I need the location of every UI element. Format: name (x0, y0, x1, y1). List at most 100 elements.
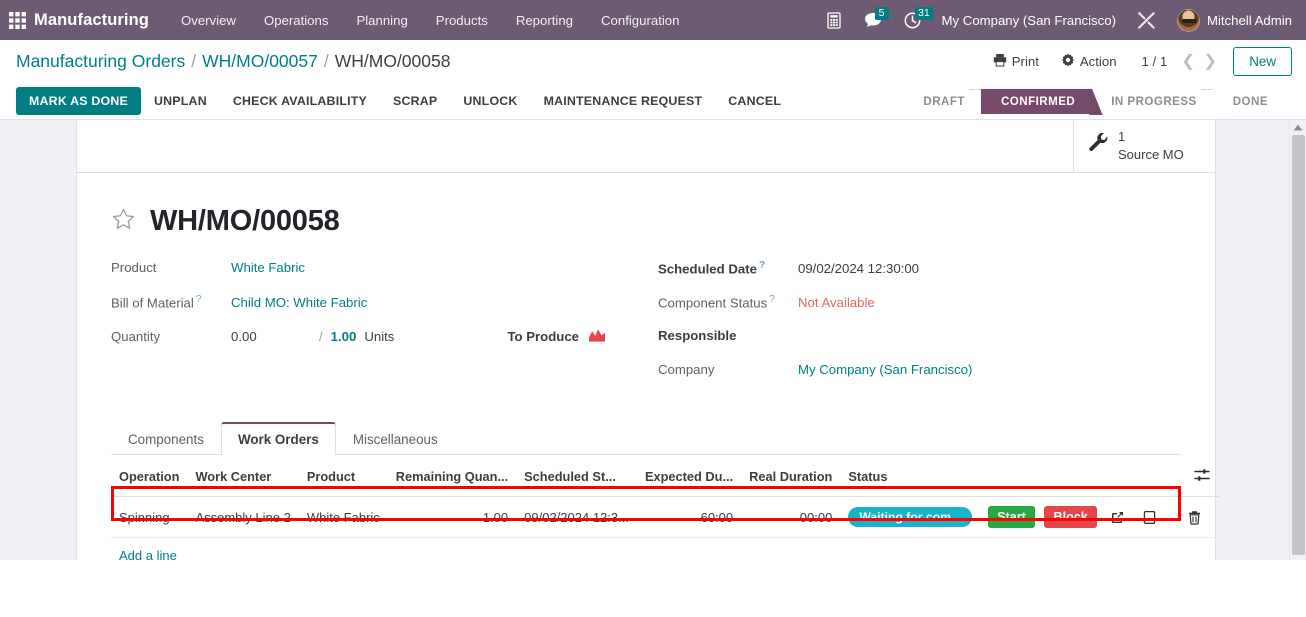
stat-button-source-mo[interactable]: 1 Source MO (1073, 120, 1215, 172)
print-label: Print (1011, 53, 1039, 69)
cell-scheduled-start[interactable]: 09/02/2024 12:3... (516, 496, 637, 538)
form-column-right: Scheduled Date? 09/02/2024 12:30:00 Comp… (646, 260, 1181, 396)
company-switcher[interactable]: My Company (San Francisco) (932, 13, 1126, 28)
notebook-tabs: Components Work Orders Miscellaneous (111, 422, 1181, 455)
messages-count-badge: 5 (874, 7, 889, 20)
to-produce-label: To Produce (507, 329, 579, 344)
breadcrumb-separator-1: / (191, 50, 197, 71)
cell-work-center[interactable]: Assembly Line 2 (187, 496, 299, 538)
unplan-button[interactable]: Unplan (141, 87, 220, 115)
tab-work-orders[interactable]: Work Orders (220, 422, 336, 455)
help-icon-scheduled-date[interactable]: ? (759, 260, 765, 271)
star-outline-icon[interactable] (111, 207, 136, 237)
control-panel-actions: Print Action 1 / 1 ❮ ❯ New (982, 46, 1292, 76)
form-fields: Product White Fabric Bill of Material? C… (111, 260, 1181, 396)
scrap-button[interactable]: Scrap (380, 87, 450, 115)
stage-done[interactable]: Done (1212, 88, 1284, 114)
status-badge: Waiting for com... (848, 507, 973, 527)
column-work-center[interactable]: Work Center (187, 455, 299, 497)
check-availability-button[interactable]: Check Availability (220, 87, 380, 115)
breadcrumb-root-manufacturing-orders[interactable]: Manufacturing Orders (16, 51, 185, 72)
gear-icon (1061, 53, 1075, 70)
cell-expected-duration[interactable]: 60:00 (636, 496, 742, 538)
stage-draft[interactable]: Draft (903, 88, 981, 114)
menu-item-products[interactable]: Products (422, 3, 502, 38)
trash-icon[interactable] (1184, 506, 1206, 528)
wrench-icon (1088, 132, 1109, 159)
cell-real-duration[interactable]: 00:00 (741, 496, 841, 538)
messages-icon[interactable]: 5 (853, 0, 893, 40)
table-header-row: Operation Work Center Product Remaining … (111, 455, 1220, 497)
menu-item-configuration[interactable]: Configuration (587, 3, 693, 38)
field-bill-of-material: Bill of Material? Child MO: White Fabric (111, 294, 616, 327)
unlock-button[interactable]: Unlock (450, 87, 530, 115)
field-product: Product White Fabric (111, 260, 616, 293)
field-value-bill-of-material[interactable]: Child MO: White Fabric (231, 295, 367, 310)
page-title: WH/MO/00058 (150, 205, 340, 237)
cell-remaining-quantity[interactable]: 1.00 (387, 496, 517, 538)
mark-as-done-button[interactable]: Mark as Done (16, 87, 142, 115)
user-menu[interactable]: Mitchell Admin (1167, 8, 1298, 32)
field-responsible: Responsible (658, 328, 1181, 361)
scroll-up-arrow-icon[interactable] (1290, 120, 1306, 135)
block-button[interactable]: Block (1044, 506, 1097, 528)
phone-grid-icon[interactable] (815, 0, 853, 40)
column-remaining-quantity[interactable]: Remaining Quan... (387, 455, 517, 497)
cell-row-actions: Start Block (980, 496, 1220, 538)
new-button[interactable]: New (1233, 46, 1292, 76)
stat-button-box: 1 Source MO (77, 120, 1215, 173)
cell-product[interactable]: White Fabric (298, 496, 388, 538)
cancel-button[interactable]: Cancel (715, 87, 794, 115)
chevron-left-icon[interactable]: ❮ (1177, 48, 1199, 74)
field-label-bill-of-material: Bill of Material? (111, 294, 202, 311)
tab-components[interactable]: Components (111, 422, 221, 455)
clock-activities-icon[interactable]: 31 (893, 0, 934, 40)
maintenance-request-button[interactable]: Maintenance Request (531, 87, 716, 115)
field-label-company: Company (658, 362, 715, 377)
cell-operation[interactable]: Spinning (111, 496, 188, 538)
action-label: Action (1079, 53, 1117, 69)
field-label-product: Product (111, 260, 157, 275)
field-value-company[interactable]: My Company (San Francisco) (798, 362, 972, 377)
menu-item-planning[interactable]: Planning (342, 3, 421, 38)
app-brand-manufacturing[interactable]: Manufacturing (34, 11, 149, 30)
column-operation[interactable]: Operation (111, 455, 188, 497)
quantity-target-value[interactable]: 1.00 (331, 329, 357, 344)
apps-grid-icon[interactable] (0, 0, 34, 40)
stage-in-progress[interactable]: In Progress (1091, 88, 1213, 114)
external-link-icon[interactable] (1106, 506, 1128, 528)
optional-columns-toggle[interactable] (980, 455, 1220, 497)
stage-confirmed[interactable]: Confirmed (980, 88, 1092, 114)
scrollbar-thumb[interactable] (1292, 135, 1305, 555)
field-value-scheduled-date[interactable]: 09/02/2024 12:30:00 (798, 261, 919, 276)
chevron-right-icon[interactable]: ❯ (1199, 48, 1221, 74)
field-scheduled-date: Scheduled Date? 09/02/2024 12:30:00 (658, 260, 1181, 293)
start-button[interactable]: Start (988, 506, 1035, 528)
add-a-line-link[interactable]: Add a line (119, 548, 177, 560)
vertical-scrollbar[interactable] (1289, 120, 1306, 560)
tab-miscellaneous[interactable]: Miscellaneous (336, 422, 455, 455)
help-icon-bom[interactable]: ? (196, 294, 202, 305)
column-status[interactable]: Status (840, 455, 981, 497)
menu-item-operations[interactable]: Operations (250, 3, 343, 38)
tools-icon[interactable] (1126, 0, 1167, 40)
table-row[interactable]: Spinning Assembly Line 2 White Fabric 1.… (111, 496, 1220, 538)
help-icon-component-status[interactable]: ? (769, 294, 775, 305)
menu-item-overview[interactable]: Overview (167, 3, 250, 38)
action-button[interactable]: Action (1050, 47, 1128, 76)
column-scheduled-start[interactable]: Scheduled St... (516, 455, 637, 497)
column-expected-duration[interactable]: Expected Du... (636, 455, 742, 497)
tablet-icon[interactable] (1138, 506, 1160, 528)
pager-counter[interactable]: 1 / 1 (1128, 54, 1178, 69)
menu-item-reporting[interactable]: Reporting (502, 3, 587, 38)
quantity-done-value[interactable]: 0.00 (231, 329, 319, 344)
print-button[interactable]: Print (982, 47, 1050, 76)
breadcrumb-parent-mo-00057[interactable]: WH/MO/00057 (202, 51, 318, 72)
breadcrumb: Manufacturing Orders / WH/MO/00057 / WH/… (16, 51, 450, 72)
status-pipeline: Draft Confirmed In Progress Done (903, 83, 1306, 119)
quantity-uom-label: Units (364, 329, 395, 344)
column-real-duration[interactable]: Real Duration (741, 455, 841, 497)
column-product[interactable]: Product (298, 455, 388, 497)
to-produce-indicator: To Produce (507, 328, 616, 345)
field-value-product[interactable]: White Fabric (231, 260, 305, 275)
